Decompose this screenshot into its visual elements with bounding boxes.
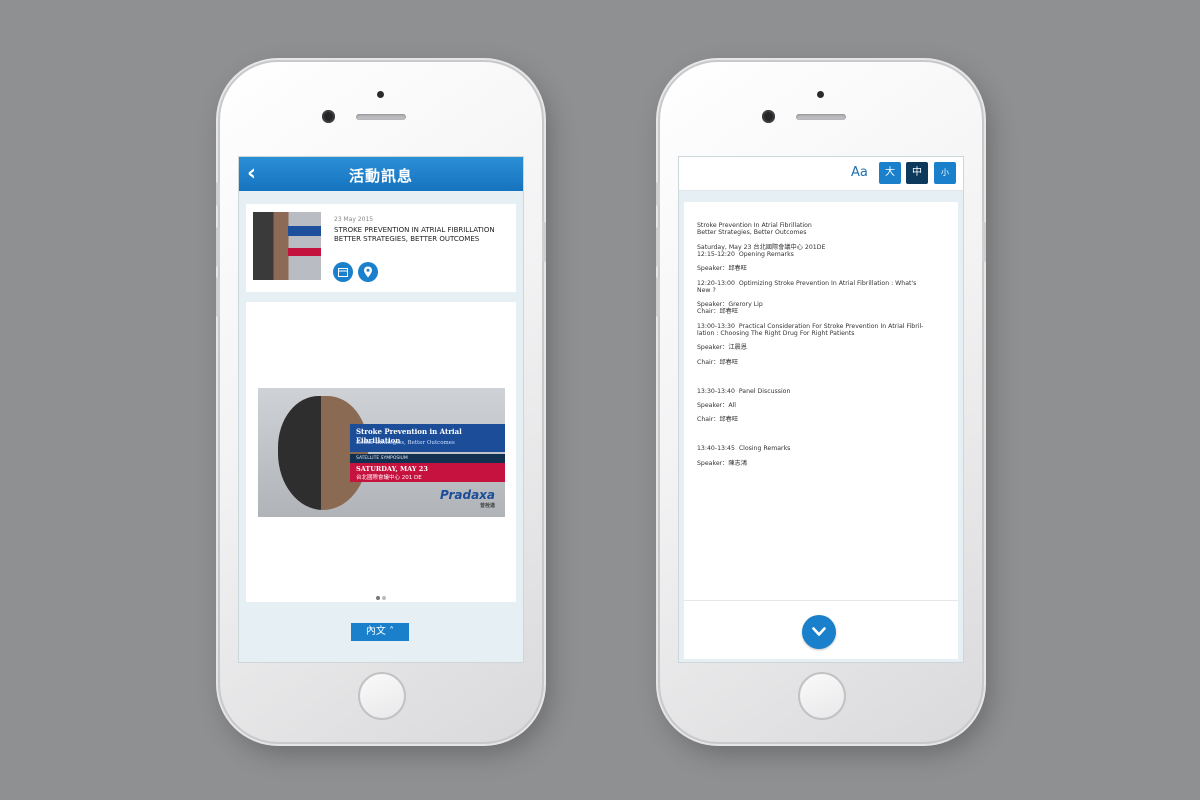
heart-illustration (278, 396, 368, 510)
article-line: Chair：邱春旺 (697, 358, 739, 366)
thumbnail-band-red (288, 248, 321, 256)
article-line: 12:20-13:00 Optimizing Stroke Prevention… (697, 279, 917, 287)
article-footer (684, 600, 958, 659)
event-thumbnail (253, 212, 321, 280)
chevron-down-icon[interactable] (802, 615, 836, 649)
article-text: Stroke Prevention In Atrial Fibrillation… (697, 222, 947, 467)
banner-subhead: Better Strategies, Better Outcomes (356, 440, 455, 446)
article-line (697, 316, 947, 323)
article-line (697, 337, 947, 344)
article-line: New ? (697, 286, 716, 294)
article-line: Speaker：陳志鴻 (697, 459, 747, 467)
left-phone: ‹ 活動訊息 23 May 2015 STROKE PREVENTION IN … (216, 62, 546, 742)
banner-carousel[interactable]: Stroke Prevention in Atrial Fibrillation… (246, 302, 516, 602)
right-screen: Aa 大 中 小 Stroke Prevention In Atrial Fib… (678, 156, 964, 663)
home-button[interactable] (358, 672, 406, 720)
front-sensor (322, 110, 335, 123)
banner-tag: SATELLITE SYMPOSIUM (350, 454, 505, 463)
article-line (697, 294, 947, 301)
event-title: STROKE PREVENTION IN ATRIAL FIBRILLATION… (334, 226, 512, 244)
carousel-pager[interactable] (375, 585, 387, 604)
event-date: 23 May 2015 (334, 216, 374, 223)
article-line: Saturday, May 23 台北國際會議中心 201DE (697, 243, 826, 251)
article-line: Speaker：江晨恩 (697, 344, 747, 352)
article-line: Speaker：All (697, 402, 737, 410)
article-line (697, 366, 947, 373)
brand-name: Pradaxa (440, 488, 495, 502)
earpiece-speaker (796, 114, 846, 120)
article-content[interactable]: Stroke Prevention In Atrial Fibrillation… (684, 202, 958, 600)
volume-down-button (216, 277, 220, 317)
page-title: 活動訊息 (348, 167, 413, 185)
font-size-label: Aa (851, 165, 868, 180)
banner-venue: 台北國際會議中心 201 DE (356, 475, 422, 481)
banner-date: SATURDAY, MAY 23 (356, 465, 428, 473)
article-line: Chair：邱春旺 (697, 416, 739, 424)
side-button (656, 182, 660, 206)
font-size-small-button[interactable]: 小 (934, 162, 956, 184)
earpiece-speaker (356, 114, 406, 120)
nav-bar: ‹ 活動訊息 (239, 157, 523, 191)
event-card[interactable]: 23 May 2015 STROKE PREVENTION IN ATRIAL … (246, 204, 516, 292)
article-line: Better Strategies, Better Outcomes (697, 229, 807, 237)
event-title-line1: STROKE PREVENTION IN ATRIAL FIBRILLATION (334, 226, 495, 234)
content-toggle-button[interactable]: 內文 ˄ (351, 623, 409, 641)
article-line: lation : Choosing The Right Drug For Rig… (697, 330, 855, 338)
front-camera (377, 91, 384, 98)
power-button (542, 222, 546, 262)
calendar-icon[interactable] (333, 262, 353, 282)
article-line (697, 373, 947, 380)
brand-subtitle: 普栓達 (479, 503, 495, 509)
volume-down-button (656, 277, 660, 317)
volume-up-button (216, 227, 220, 267)
event-banner-image: Stroke Prevention in Atrial Fibrillation… (258, 388, 505, 517)
side-button (216, 182, 220, 206)
article-line (697, 453, 947, 460)
home-button[interactable] (798, 672, 846, 720)
front-camera (817, 91, 824, 98)
right-phone: Aa 大 中 小 Stroke Prevention In Atrial Fib… (656, 62, 986, 742)
brand-logo: Pradaxa 普栓達 (440, 488, 495, 509)
banner-date-band: SATURDAY, MAY 23 台北國際會議中心 201 DE (350, 463, 505, 482)
article-line (697, 272, 947, 279)
article-line: 13:30-13:40 Panel Discussion (697, 387, 791, 395)
pager-dot-active[interactable] (376, 596, 380, 600)
pager-dot[interactable] (382, 596, 386, 600)
article-line (697, 395, 947, 402)
article-line (697, 236, 947, 243)
article-line (697, 380, 947, 387)
article-line (697, 424, 947, 431)
volume-up-button (656, 227, 660, 267)
thumbnail-band-blue (288, 226, 321, 236)
article-line (697, 352, 947, 359)
font-size-large-button[interactable]: 大 (879, 162, 901, 184)
article-line: Speaker：邱春旺 (697, 265, 747, 273)
article-line (697, 438, 947, 445)
article-line: Chair：邱春旺 (697, 308, 739, 316)
article-line: Stroke Prevention In Atrial Fibrillation (697, 222, 812, 229)
article-line: 13:40-13:45 Closing Remarks (697, 445, 791, 453)
article-line: 13:00-13:30 Practical Consideration For … (697, 322, 924, 330)
article-line (697, 431, 947, 438)
article-line: 12:15-12:20 Opening Remarks (697, 250, 794, 258)
font-size-medium-button[interactable]: 中 (906, 162, 928, 184)
event-title-line2: BETTER STRATEGIES, BETTER OUTCOMES (334, 235, 480, 243)
font-size-toolbar: Aa 大 中 小 (679, 157, 963, 191)
map-pin-icon[interactable] (358, 262, 378, 282)
left-screen: ‹ 活動訊息 23 May 2015 STROKE PREVENTION IN … (238, 156, 524, 663)
power-button (982, 222, 986, 262)
front-sensor (762, 110, 775, 123)
banner-title-band: Stroke Prevention in Atrial Fibrillation… (350, 424, 505, 452)
